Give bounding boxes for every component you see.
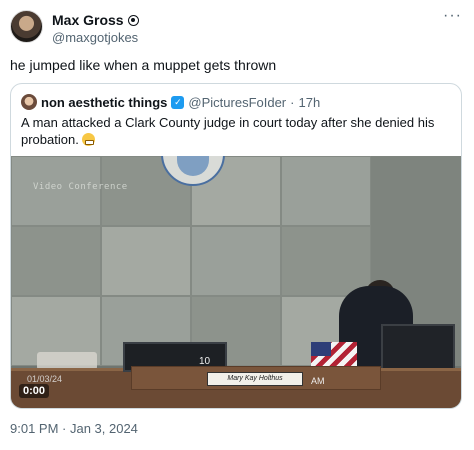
author-name-row: Max Gross — [52, 12, 139, 28]
quoted-tweet-time[interactable]: 17h — [298, 95, 320, 110]
grimacing-face-emoji-icon — [82, 133, 96, 146]
quoted-author-avatar[interactable] — [21, 94, 37, 110]
tweet-header: Max Gross @maxgotjokes ··· — [10, 8, 464, 48]
video-overlay-time: AM — [311, 376, 325, 386]
quoted-author-display-name[interactable]: non aesthetic things — [41, 95, 167, 110]
verified-icon: ✓ — [171, 95, 185, 109]
video-overlay-label: Video Conference — [33, 182, 128, 192]
video-player[interactable]: Video Conference 10 Mary Kay Holthus AM … — [11, 156, 461, 408]
author-avatar[interactable] — [10, 10, 43, 43]
author-handle[interactable]: @maxgotjokes — [52, 30, 138, 45]
tweet-timestamp[interactable]: 9:01 PM · Jan 3, 2024 — [10, 421, 138, 436]
video-overlay-date: 01/03/24 — [27, 374, 63, 384]
more-icon[interactable]: ··· — [443, 8, 462, 24]
author-display-name[interactable]: Max Gross — [52, 12, 124, 28]
quoted-tweet-header: non aesthetic things ✓ @PicturesFoIder ·… — [21, 94, 320, 110]
judge-nameplate: Mary Kay Holthus — [207, 372, 303, 386]
video-timer: 0:00 — [19, 384, 50, 398]
tweet-text: he jumped like when a muppet gets thrown — [10, 57, 277, 73]
quoted-tweet-text: A man attacked a Clark County judge in c… — [21, 114, 451, 148]
bench-number: 10 — [199, 356, 211, 367]
badge-icon — [127, 14, 139, 26]
separator-dot: · — [290, 94, 295, 110]
quoted-tweet-card[interactable]: non aesthetic things ✓ @PicturesFoIder ·… — [10, 83, 462, 409]
quoted-author-handle[interactable]: @PicturesFoIder — [188, 95, 286, 110]
